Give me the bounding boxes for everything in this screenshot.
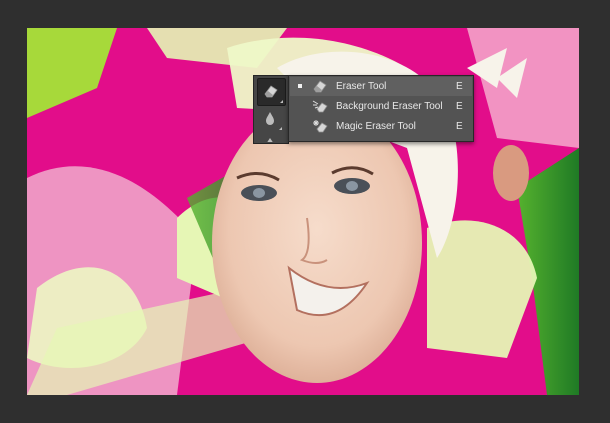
menu-item-eraser-tool[interactable]: Eraser Tool E xyxy=(290,77,472,96)
blur-tool-button[interactable] xyxy=(257,106,284,132)
menu-item-shortcut: E xyxy=(456,121,463,132)
menu-item-label: Background Eraser Tool xyxy=(336,101,443,112)
background-eraser-icon xyxy=(312,100,328,113)
eraser-tools-flyout-menu: Eraser Tool E Background Eraser Tool E M… xyxy=(288,75,474,142)
flyout-indicator xyxy=(279,127,282,130)
menu-item-magic-eraser-tool[interactable]: Magic Eraser Tool E xyxy=(290,117,472,136)
tools-panel xyxy=(253,75,289,144)
menu-item-shortcut: E xyxy=(456,81,463,92)
menu-item-label: Magic Eraser Tool xyxy=(336,121,416,132)
magic-eraser-icon xyxy=(313,120,328,133)
menu-item-label: Eraser Tool xyxy=(336,81,387,92)
flyout-indicator xyxy=(280,100,283,103)
eraser-icon xyxy=(313,80,327,93)
blur-drop-icon xyxy=(266,112,274,125)
menu-item-shortcut: E xyxy=(456,101,463,112)
eraser-icon xyxy=(264,85,278,98)
dodge-icon xyxy=(267,138,273,142)
dodge-tool-button[interactable] xyxy=(257,132,284,142)
menu-item-background-eraser-tool[interactable]: Background Eraser Tool E xyxy=(290,97,472,116)
eraser-tool-button[interactable] xyxy=(257,78,286,106)
selected-indicator xyxy=(298,84,302,88)
